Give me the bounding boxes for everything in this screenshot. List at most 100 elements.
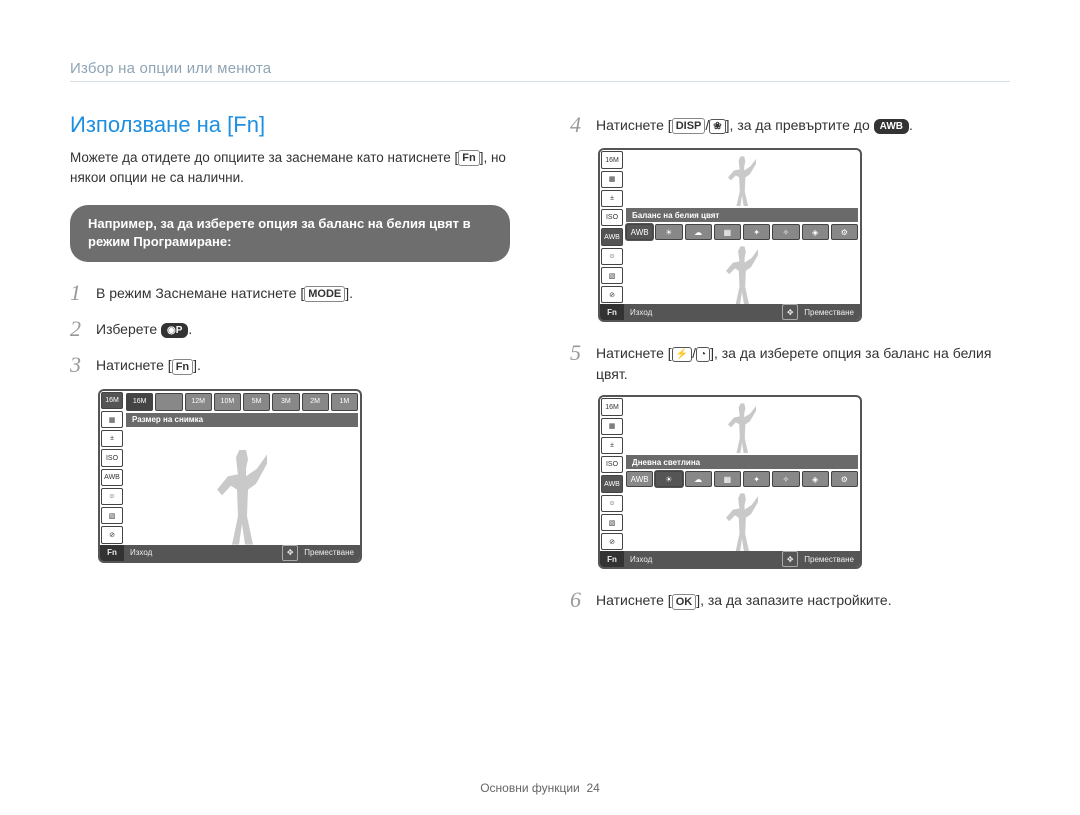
- sidebar-icon: ±: [601, 190, 623, 207]
- subject-silhouette-icon: [217, 450, 267, 545]
- sidebar-icon: AWB: [601, 475, 623, 492]
- wb-option: ⚙: [831, 471, 858, 487]
- move-label: Преместване: [298, 548, 360, 557]
- step-text: Изберете ◉P.: [96, 316, 192, 340]
- steps-right-c: 6 Натиснете [OK], за да запазите настрой…: [570, 587, 1010, 613]
- step-pre: Натиснете [: [596, 592, 672, 608]
- wb-option: ⚙: [831, 224, 858, 240]
- wb-option: ✦: [743, 471, 770, 487]
- step-number: 3: [70, 352, 96, 378]
- step-pre: Натиснете [: [596, 117, 672, 133]
- subject-silhouette-icon: [728, 403, 756, 453]
- right-column: 4 Натиснете [DISP/❀], за да превъртите д…: [570, 112, 1010, 624]
- cam-footer: Fn Изход ✥ Преместване: [100, 545, 360, 561]
- sidebar-icon: ISO: [601, 456, 623, 473]
- awb-icon: AWB: [874, 119, 909, 134]
- step-text: Натиснете [DISP/❀], за да превъртите до …: [596, 112, 913, 136]
- wb-option: ☀: [655, 224, 682, 240]
- size-option: 10M: [214, 393, 241, 411]
- move-label: Преместване: [798, 555, 860, 564]
- cam-sidebar: 16M ▦ ± ISO AWB ☺ ▧ ⊘: [100, 391, 124, 545]
- wb-option: ☁: [685, 471, 712, 487]
- page-footer: Основни функции 24: [0, 781, 1080, 795]
- footer-section: Основни функции: [480, 781, 580, 795]
- left-column: Използване на [Fn] Можете да отидете до …: [70, 112, 510, 624]
- step-text: Натиснете [Fn].: [96, 352, 201, 376]
- cam-sidebar: 16M ▦ ± ISO AWB ☺ ▧ ⊘: [600, 150, 624, 304]
- wb-option: ✧: [772, 224, 799, 240]
- sidebar-icon: ISO: [601, 209, 623, 226]
- size-option: 3M: [272, 393, 299, 411]
- wb-option: AWB: [626, 471, 653, 487]
- step-5: 5 Натиснете [⚡/◔], за да изберете опция …: [570, 340, 1010, 385]
- wb-option: ☁: [685, 224, 712, 240]
- wb-option-selected: ☀: [655, 471, 682, 487]
- wb-option: AWB: [626, 224, 653, 240]
- cam-mode-label: Дневна светлина: [626, 455, 858, 469]
- exit-label: Изход: [624, 308, 658, 317]
- subject-silhouette-icon: [728, 156, 756, 206]
- nav-icon: ✥: [782, 551, 798, 567]
- move-label: Преместване: [798, 308, 860, 317]
- subject-silhouette-icon: [726, 246, 758, 304]
- wb-option: ✧: [772, 471, 799, 487]
- cam-preview: [626, 489, 858, 551]
- wb-option: ▦: [714, 471, 741, 487]
- cam-preview: [626, 399, 858, 453]
- example-callout: Например, за да изберете опция за баланс…: [70, 205, 510, 261]
- sidebar-icon: ⊘: [601, 286, 623, 303]
- sidebar-icon: AWB: [101, 469, 123, 486]
- size-option: 12M: [185, 393, 212, 411]
- exit-label: Изход: [624, 555, 658, 564]
- fn-label: Fn: [600, 551, 624, 567]
- nav-icon: ✥: [282, 545, 298, 561]
- step-text: Натиснете [OK], за да запазите настройки…: [596, 587, 892, 611]
- size-option: 16M: [126, 393, 153, 411]
- sidebar-icon: ▦: [101, 411, 123, 428]
- sidebar-icon: ▦: [601, 418, 623, 435]
- step-post: ].: [345, 285, 353, 301]
- mode-key-icon: MODE: [304, 286, 345, 302]
- cam-preview: [126, 429, 358, 545]
- trail-post: .: [909, 117, 913, 133]
- cam-mode-label: Размер на снимка: [126, 413, 358, 427]
- step-4: 4 Натиснете [DISP/❀], за да превъртите д…: [570, 112, 1010, 138]
- step-text: Натиснете [⚡/◔], за да изберете опция за…: [596, 340, 1010, 385]
- step-post: ].: [193, 357, 201, 373]
- step-post: ], за да превъртите до: [726, 117, 874, 133]
- sidebar-icon: ▦: [601, 171, 623, 188]
- step-pre: Натиснете [: [96, 357, 172, 373]
- wb-option: ▦: [714, 224, 741, 240]
- sidebar-icon: ISO: [101, 449, 123, 466]
- cam-preview: [626, 152, 858, 206]
- intro-paragraph: Можете да отидете до опциите за заснеман…: [70, 148, 510, 187]
- step-2: 2 Изберете ◉P.: [70, 316, 510, 342]
- step-number: 1: [70, 280, 96, 306]
- sidebar-icon: ☺: [101, 488, 123, 505]
- fn-label: Fn: [600, 304, 624, 320]
- sidebar-icon: 16M: [601, 398, 623, 415]
- page-number: 24: [586, 781, 599, 795]
- cam-top-row: 16M 12M 10M 5M 3M 2M 1M: [126, 393, 358, 411]
- nav-icon: ✥: [782, 304, 798, 320]
- size-option: 1M: [331, 393, 358, 411]
- exit-label: Изход: [124, 548, 158, 557]
- step-number: 2: [70, 316, 96, 342]
- breadcrumb: Избор на опции или менюта: [70, 60, 1010, 82]
- sidebar-icon: ☺: [601, 248, 623, 265]
- camera-p-icon: ◉P: [161, 323, 188, 338]
- sidebar-icon: AWB: [601, 228, 623, 245]
- manual-page: Избор на опции или менюта Използване на …: [0, 0, 1080, 815]
- step-pre: Изберете: [96, 321, 161, 337]
- section-title: Използване на [Fn]: [70, 112, 510, 138]
- sidebar-icon: ⊘: [101, 526, 123, 543]
- flash-icon: ⚡: [672, 347, 692, 362]
- fn-label: Fn: [100, 545, 124, 561]
- intro-text-pre: Можете да отидете до опциите за заснеман…: [70, 150, 458, 165]
- step-number: 4: [570, 112, 596, 138]
- wb-options-row: AWB ☀ ☁ ▦ ✦ ✧ ◈ ⚙: [626, 471, 858, 487]
- cam-mode-label: Баланс на белия цвят: [626, 208, 858, 222]
- subject-silhouette-icon: [726, 493, 758, 551]
- step-number: 5: [570, 340, 596, 366]
- sidebar-icon: ±: [101, 430, 123, 447]
